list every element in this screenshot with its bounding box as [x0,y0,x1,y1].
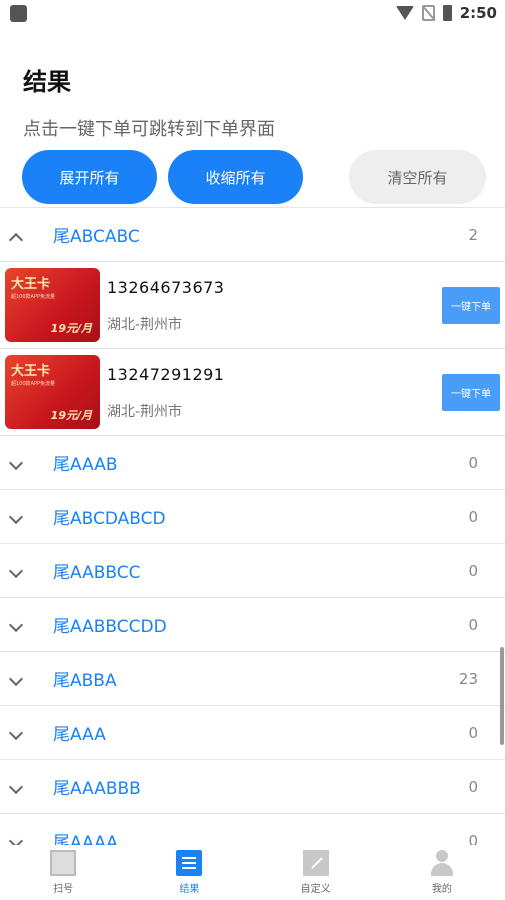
wifi-icon [395,6,414,20]
chevron-down-icon [8,455,24,471]
status-bar: 2:50 [0,0,505,28]
group-name: 尾ABCDABCD [53,509,166,529]
clear-all-button[interactable]: 清空所有 [349,150,486,204]
tab-result[interactable]: 结果 [126,845,252,900]
list-scrollbar[interactable] [500,647,504,745]
status-time: 2:50 [459,4,497,22]
no-sim-icon [421,5,435,21]
bottom-tab-bar: 扫号 结果 自定义 我的 [0,845,505,900]
collapse-all-button[interactable]: 收缩所有 [168,150,303,204]
card-price: 19元/月 [50,409,92,422]
tab-label: 扫号 [53,884,74,895]
group-count: 0 [468,453,478,472]
group-name: 尾AABBCCDD [53,617,167,637]
card-title: 大王卡 [11,364,51,379]
page-title: 结果 [23,67,71,96]
group-header-abcabc[interactable]: 尾ABCABC 2 [0,208,505,262]
group-header-aaaa[interactable]: 尾AAAA 0 [0,814,505,847]
group-count: 2 [468,225,478,244]
group-header-aabbccdd[interactable]: 尾AABBCCDD 0 [0,598,505,652]
group-header-aabbcc[interactable]: 尾AABBCC 0 [0,544,505,598]
number-item[interactable]: 大王卡 超100款APP免流量 19元/月 13247291291 湖北-荆州市… [0,349,505,436]
number-item[interactable]: 大王卡 超100款APP免流量 19元/月 13264673673 湖北-荆州市… [0,262,505,349]
group-count: 0 [468,507,478,526]
group-header-abcdabcd[interactable]: 尾ABCDABCD 0 [0,490,505,544]
chevron-down-icon [8,617,24,633]
page-hint: 点击一键下单可跳转到下单界面 [23,119,275,140]
group-name: 尾ABBA [53,671,117,691]
tab-label: 结果 [179,884,200,895]
tab-mine[interactable]: 我的 [379,845,505,900]
group-name: 尾ABCABC [53,227,140,247]
card-subtitle: 超100款APP免流量 [11,381,55,387]
group-header-aaabbb[interactable]: 尾AAABBB 0 [0,760,505,814]
phone-number: 13264673673 [107,278,225,297]
card-subtitle: 超100款APP免流量 [11,294,55,300]
group-count: 0 [468,777,478,796]
edit-icon [302,850,329,876]
one-click-order-button[interactable]: 一键下单 [442,287,500,324]
group-count: 0 [468,561,478,580]
chevron-down-icon [8,671,24,687]
result-list-icon [176,850,203,876]
group-name: 尾AAAB [53,455,118,475]
card-title: 大王卡 [11,277,51,292]
group-count: 0 [468,723,478,742]
number-location: 湖北-荆州市 [107,317,183,333]
group-name: 尾AAA [53,725,106,745]
person-icon [429,850,455,876]
phone-number: 13247291291 [107,365,225,384]
group-header-aaab[interactable]: 尾AAAB 0 [0,436,505,490]
group-count: 23 [458,669,478,688]
expand-all-button[interactable]: 展开所有 [22,150,157,204]
number-location: 湖北-荆州市 [107,404,183,420]
chevron-down-icon [8,779,24,795]
result-group-list[interactable]: 尾ABCABC 2 大王卡 超100款APP免流量 19元/月 13264673… [0,207,505,847]
chevron-down-icon [8,725,24,741]
battery-icon [442,5,452,21]
tab-label: 我的 [431,884,452,895]
tab-scan[interactable]: 扫号 [0,845,126,900]
group-header-abba[interactable]: 尾ABBA 23 [0,652,505,706]
status-icons: 2:50 [395,4,497,22]
tab-custom[interactable]: 自定义 [253,845,379,900]
card-price: 19元/月 [50,322,92,335]
group-count: 0 [468,615,478,634]
tab-label: 自定义 [300,884,331,895]
group-name: 尾AABBCC [53,563,141,583]
chevron-down-icon [8,563,24,579]
chevron-up-icon [8,232,24,248]
group-header-aaa[interactable]: 尾AAA 0 [0,706,505,760]
sim-card-image: 大王卡 超100款APP免流量 19元/月 [5,268,100,342]
sim-card-image: 大王卡 超100款APP免流量 19元/月 [5,355,100,429]
scan-icon [50,850,77,876]
app-notification-icon [10,5,27,22]
group-name: 尾AAABBB [53,779,141,799]
chevron-down-icon [8,509,24,525]
one-click-order-button[interactable]: 一键下单 [442,374,500,411]
